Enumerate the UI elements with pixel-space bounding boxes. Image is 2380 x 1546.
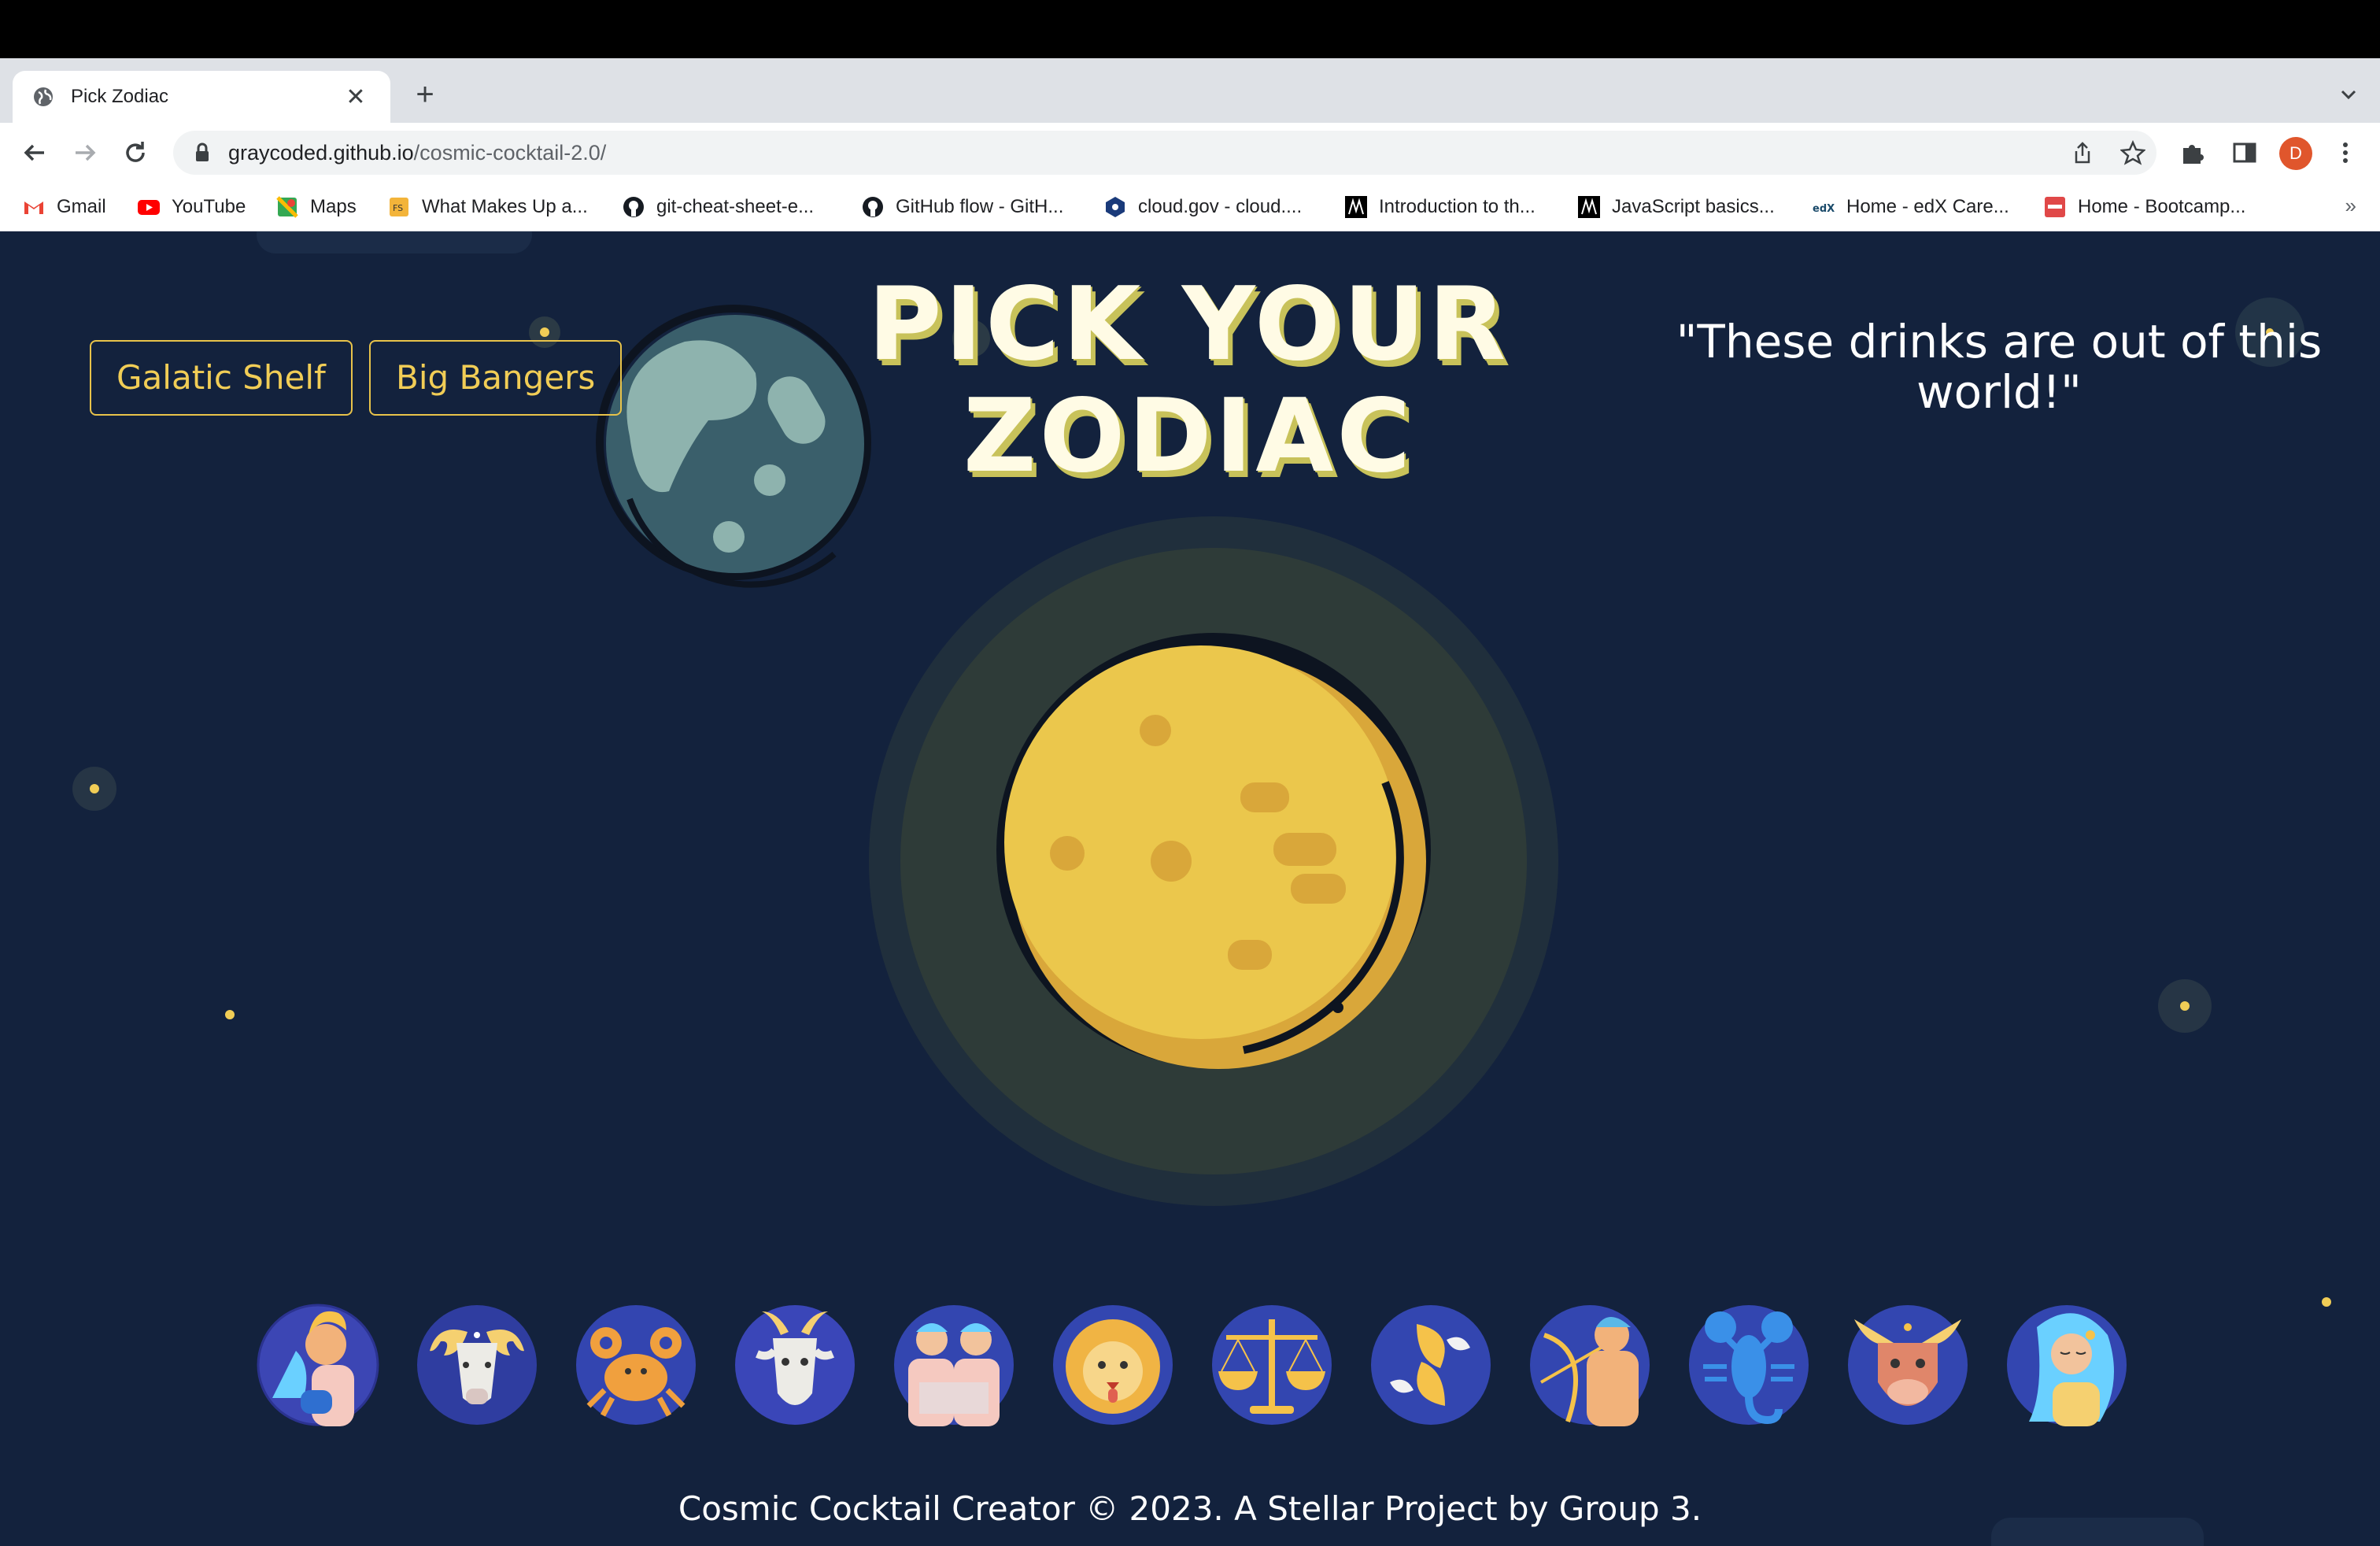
bootcamp-icon [2045, 197, 2065, 217]
capricorn-icon[interactable] [734, 1304, 856, 1426]
bookmark-label: Home - edX Care... [1846, 196, 2009, 217]
page-content: Galatic Shelf Big Bangers PICK YOUR ZODI… [0, 231, 2380, 1546]
faint-cloud [257, 231, 532, 253]
extensions-puzzle-icon[interactable] [2179, 139, 2207, 167]
bookmark-label: JavaScript basics... [1612, 196, 1775, 217]
tagline: "These drinks are out of this world!" [1676, 315, 2323, 419]
bookmark-label: Maps [310, 196, 357, 217]
lock-icon [196, 142, 209, 161]
kebab-menu-icon[interactable] [2331, 139, 2360, 167]
screen-top-bar [0, 0, 2380, 58]
svg-text:edX: edX [1813, 203, 1835, 215]
virgo-icon[interactable] [2005, 1304, 2128, 1426]
close-tab-icon[interactable]: ✕ [340, 83, 371, 111]
side-panel-icon[interactable] [2230, 139, 2259, 167]
github-icon [623, 197, 644, 217]
taurus-icon[interactable] [1846, 1304, 1969, 1426]
bookmark-maps[interactable]: Maps [275, 194, 357, 220]
star-icon [2158, 979, 2212, 1033]
bookmark-label: YouTube [172, 196, 246, 217]
github-icon [863, 197, 883, 217]
m-icon [1578, 196, 1600, 218]
bookmark-label: cloud.gov - cloud.... [1138, 196, 1303, 217]
tab-pick-zodiac[interactable]: Pick Zodiac ✕ [13, 71, 390, 123]
bookmark-label: What Makes Up a... [422, 196, 588, 217]
url-path: /cosmic-cocktail-2.0/ [413, 140, 607, 165]
url-host: graycoded.github.io [228, 140, 414, 165]
star-icon [2322, 1297, 2331, 1307]
page-title: PICK YOUR ZODIAC [867, 266, 1510, 495]
maps-icon [276, 196, 298, 218]
bookmark-github-flow[interactable]: GitHub flow - GitH... [861, 194, 1063, 220]
gmail-icon [24, 202, 43, 214]
chevron-down-icon[interactable] [2336, 82, 2361, 107]
edx-icon: edX [1813, 203, 1835, 215]
m-icon [1345, 196, 1367, 218]
footer-text: Cosmic Cocktail Creator © 2023. A Stella… [678, 1489, 1702, 1528]
leo-icon[interactable] [1051, 1304, 1174, 1426]
galatic-shelf-button[interactable]: Galatic Shelf [90, 340, 353, 416]
star-icon [72, 767, 116, 811]
bookmark-cloud-gov[interactable]: cloud.gov - cloud.... [1103, 194, 1302, 220]
bookmark-gmail[interactable]: Gmail [22, 194, 106, 220]
browser-toolbar: graycoded.github.io/cosmic-cocktail-2.0/… [0, 123, 2380, 183]
bookmark-label: Introduction to th... [1379, 196, 1536, 217]
bookmark-label: Home - Bootcamp... [2078, 196, 2246, 217]
bookmark-edx[interactable]: edX Home - edX Care... [1812, 194, 2009, 220]
tab-strip: Pick Zodiac ✕ + [0, 58, 2380, 123]
cloudgov-icon [1106, 197, 1125, 217]
aries-icon[interactable] [416, 1304, 538, 1426]
fs-icon: FS [390, 198, 408, 216]
bookmark-label: Gmail [57, 196, 106, 217]
profile-avatar[interactable]: D [2279, 137, 2312, 170]
bookmarks-bar: Gmail YouTube Maps FS What Makes Up a...… [0, 183, 2380, 231]
bookmark-label: GitHub flow - GitH... [896, 196, 1064, 217]
cancer-icon[interactable] [575, 1304, 697, 1426]
globe-icon [34, 87, 53, 106]
more-bookmarks-button[interactable]: » [2345, 194, 2356, 218]
forward-arrow-icon[interactable] [69, 137, 101, 168]
address-bar[interactable]: graycoded.github.io/cosmic-cocktail-2.0/ [173, 131, 2156, 175]
bookmark-git-cheat-sheet[interactable]: git-cheat-sheet-e... [622, 194, 814, 220]
bookmark-label: git-cheat-sheet-e... [656, 196, 815, 217]
aquarius-icon[interactable] [257, 1304, 379, 1426]
tab-title: Pick Zodiac [71, 86, 169, 107]
bookmark-youtube[interactable]: YouTube [137, 194, 246, 220]
new-tab-button[interactable]: + [408, 77, 442, 112]
moon-icon [869, 516, 1558, 1206]
share-icon[interactable] [2070, 140, 2095, 165]
reload-icon[interactable] [120, 137, 151, 168]
bookmark-star-icon[interactable] [2120, 140, 2145, 165]
gemini-icon[interactable] [893, 1304, 1015, 1426]
svg-text:FS: FS [393, 203, 403, 213]
youtube-icon [138, 200, 160, 215]
libra-icon[interactable] [1210, 1304, 1333, 1426]
scorpio-icon[interactable] [1687, 1304, 1810, 1426]
star-icon [225, 1010, 235, 1019]
pisces-icon[interactable] [1369, 1304, 1492, 1426]
bookmark-javascript-basics[interactable]: JavaScript basics... [1577, 194, 1775, 220]
bookmark-introduction[interactable]: Introduction to th... [1344, 194, 1536, 220]
sagittarius-icon[interactable] [1528, 1304, 1651, 1426]
back-arrow-icon[interactable] [19, 137, 50, 168]
bookmark-bootcamp[interactable]: Home - Bootcamp... [2043, 194, 2245, 220]
bookmark-what-makes-up[interactable]: FS What Makes Up a... [387, 194, 588, 220]
big-bangers-button[interactable]: Big Bangers [369, 340, 623, 416]
